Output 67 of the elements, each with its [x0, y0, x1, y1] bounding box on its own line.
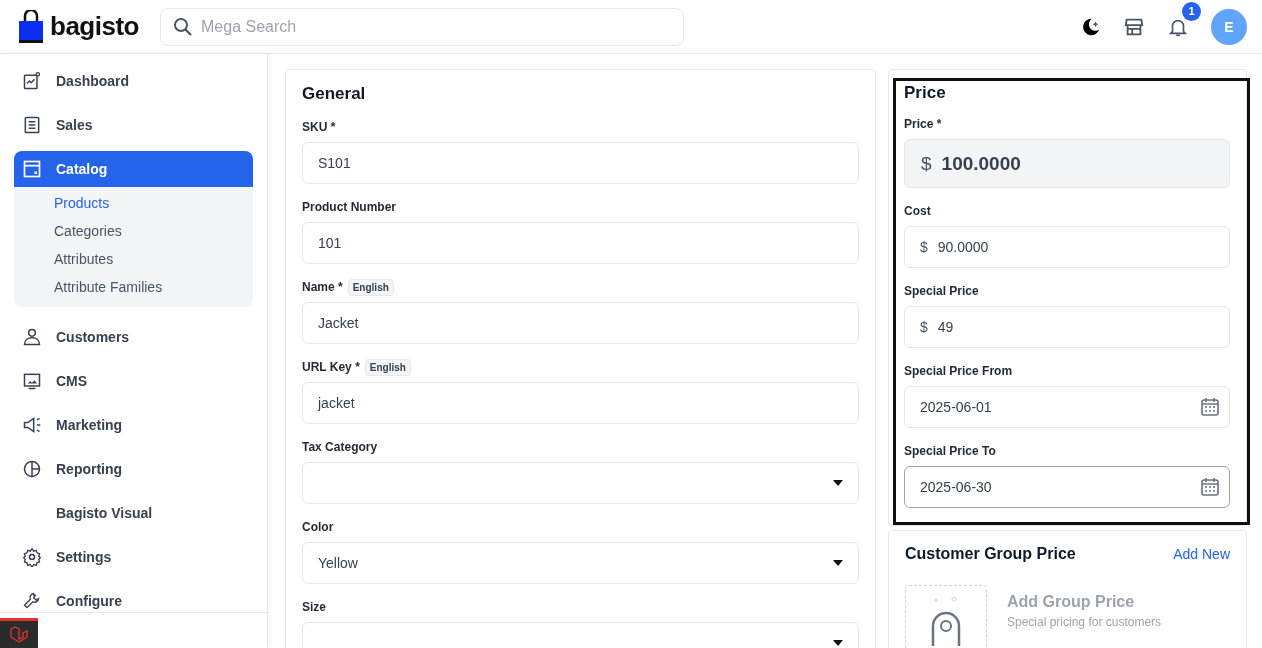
date-field[interactable]: 2025-06-30 — [904, 466, 1230, 508]
debug-bar-button[interactable] — [0, 618, 38, 648]
sidebar-item[interactable]: Customers — [14, 319, 253, 355]
empty-text: Special pricing for customers — [1007, 615, 1162, 629]
submenu-item[interactable]: Products — [54, 189, 253, 217]
caret-icon — [833, 560, 843, 566]
sidebar-item[interactable]: Reporting — [14, 451, 253, 487]
logo-text: bagisto — [50, 11, 139, 42]
field-label: Special Price To — [904, 444, 996, 458]
empty-title: Add Group Price — [1007, 593, 1136, 611]
person-icon — [22, 327, 42, 347]
sidebar-item[interactable]: Marketing — [14, 407, 253, 443]
field-label: Price * — [904, 117, 942, 131]
field-label: Special Price From — [904, 364, 1013, 378]
notification-badge: 1 — [1182, 1, 1201, 21]
document-icon — [22, 115, 42, 135]
field-label: Color — [302, 520, 334, 534]
input-field[interactable]: jacket — [302, 382, 859, 424]
window-icon — [22, 159, 42, 179]
shopping-bag-icon — [18, 9, 44, 44]
calendar-icon — [1200, 397, 1220, 417]
sidebar-item[interactable]: Catalog — [14, 151, 253, 187]
search-field[interactable]: Mega Search — [160, 7, 684, 46]
card-title: Price — [904, 83, 947, 103]
sidebar-item[interactable]: Dashboard — [14, 63, 253, 99]
gear-icon — [22, 547, 42, 567]
placeholder-icon — [905, 585, 987, 648]
caret-icon — [833, 480, 843, 486]
input-field[interactable]: Jacket — [302, 302, 859, 344]
select-field[interactable]: Yellow — [302, 542, 859, 584]
caret-icon — [833, 640, 843, 646]
add-new-link[interactable]: Add New — [1173, 546, 1230, 562]
input-field[interactable]: $ 90.0000 — [904, 226, 1230, 268]
submenu-item[interactable]: Attributes — [54, 245, 253, 273]
locale-tag: English — [347, 278, 394, 296]
field-label: Cost — [904, 204, 931, 218]
field-label: SKU * — [302, 120, 336, 134]
sidebar-item[interactable]: Bagisto Visual — [14, 495, 253, 531]
calendar-icon — [1200, 477, 1220, 497]
date-field[interactable]: 2025-06-01 — [904, 386, 1230, 428]
submenu-item[interactable]: Attribute Families — [54, 273, 253, 301]
submenu-item[interactable]: Categories — [54, 217, 253, 245]
search-icon — [173, 16, 193, 37]
field-label: Size — [302, 600, 326, 614]
pie-chart-icon — [22, 459, 42, 479]
sidebar-item[interactable]: Configure — [14, 583, 253, 619]
locale-tag: English — [364, 358, 411, 376]
input-field[interactable]: S101 — [302, 142, 859, 184]
input-field[interactable]: $ 49 — [904, 306, 1230, 348]
card-title: General — [302, 84, 367, 104]
field-label: Tax Category — [302, 440, 378, 454]
cube-icon — [9, 624, 29, 645]
input-field[interactable]: $ 100.0000 — [904, 139, 1230, 188]
field-label: Special Price — [904, 284, 979, 298]
field-label: Product Number — [302, 200, 396, 214]
megaphone-icon — [22, 415, 42, 435]
input-field[interactable]: 101 — [302, 222, 859, 264]
field-label: URL Key * — [302, 360, 360, 374]
wrench-icon — [22, 591, 42, 611]
chart-icon — [22, 71, 42, 91]
field-label: Name * — [302, 280, 343, 294]
sidebar-item[interactable]: Settings — [14, 539, 253, 575]
sidebar-item[interactable]: Sales — [14, 107, 253, 143]
card-title: Customer Group Price — [905, 545, 1076, 563]
monitor-icon — [22, 371, 42, 391]
select-field[interactable] — [302, 462, 859, 504]
sidebar-item[interactable]: CMS — [14, 363, 253, 399]
